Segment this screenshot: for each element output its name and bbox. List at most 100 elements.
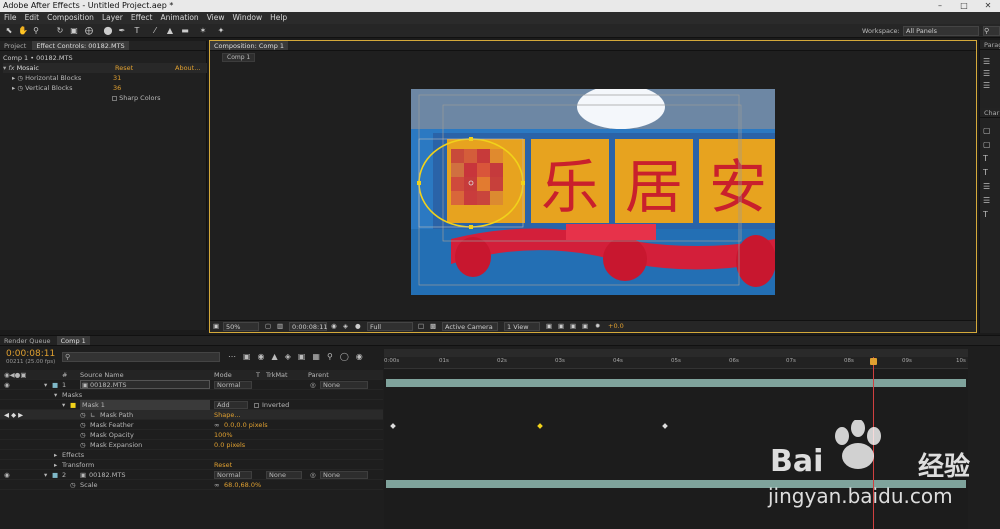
paragraph-align-icons[interactable]: ☰ ☰ ☰ — [983, 56, 990, 92]
tab-composition[interactable]: Composition: Comp 1 — [210, 41, 289, 50]
effects-group-row[interactable]: ▸ Effects — [0, 450, 383, 460]
current-time-display[interactable]: 0:00:08:11 — [289, 322, 328, 331]
time-ruler[interactable]: 0:00s 01s 02s 03s 04s 05s 06s 07s 08s 09… — [384, 357, 968, 369]
inverted-checkbox[interactable] — [254, 403, 259, 408]
mask-vertex-right[interactable] — [521, 181, 525, 185]
expand-arrow-icon[interactable]: ▾ — [54, 390, 57, 400]
transform-group-row[interactable]: ▸ Transform Reset — [0, 460, 383, 470]
label-color-icon[interactable]: ■ — [52, 470, 58, 480]
work-area-bar[interactable] — [384, 349, 968, 357]
stopwatch-icon[interactable]: ◷ — [80, 430, 86, 440]
playhead-handle[interactable] — [870, 358, 877, 365]
parent-pickwhip-icon[interactable]: ◎ — [310, 380, 316, 390]
magnification-select[interactable]: 50% — [223, 322, 259, 331]
exposure-value[interactable]: +0.0 — [608, 322, 624, 331]
menu-composition[interactable]: Composition — [43, 12, 98, 24]
minimize-icon[interactable]: – — [928, 0, 952, 12]
layer-2-trkmat-select[interactable]: None — [266, 471, 302, 479]
menu-window[interactable]: Window — [229, 12, 267, 24]
menu-effect[interactable]: Effect — [127, 12, 157, 24]
close-icon[interactable]: ✕ — [976, 0, 1000, 12]
transparency-grid-icon[interactable]: ▩ — [430, 322, 436, 331]
masks-group-row[interactable]: ▾ Masks — [0, 390, 383, 400]
help-search-icon[interactable]: ⚲ — [983, 26, 1000, 36]
exposure-icon[interactable]: ✹ — [595, 322, 600, 331]
layer-2-parent-select[interactable]: None — [320, 471, 368, 479]
menu-view[interactable]: View — [203, 12, 229, 24]
toggle-pixel-aspect-icon[interactable]: ▣ — [546, 322, 552, 331]
menu-help[interactable]: Help — [266, 12, 291, 24]
timeline-icon[interactable]: ▣ — [570, 322, 576, 331]
mask-expansion-row[interactable]: ◷ Mask Expansion 0.0 pixels — [0, 440, 383, 450]
maximize-icon[interactable]: □ — [952, 0, 976, 12]
mosaic-effect-row[interactable]: ▾ fx Mosaic Reset About... — [3, 63, 207, 73]
scale-value[interactable]: 68.0,68.0% — [224, 480, 261, 490]
layer-2-mode-select[interactable]: Normal — [214, 471, 252, 479]
mask-path-keyframe[interactable] — [390, 423, 396, 429]
menu-edit[interactable]: Edit — [21, 12, 44, 24]
stopwatch-icon[interactable]: ◷ — [17, 74, 25, 82]
brush-tool-icon[interactable]: ⁄ — [150, 26, 160, 36]
about-link[interactable]: About... — [175, 63, 200, 73]
roto-brush-tool-icon[interactable]: ✶ — [198, 26, 208, 36]
flowchart-icon[interactable]: ▣ — [582, 322, 588, 331]
horizontal-blocks-value[interactable]: 31 — [113, 73, 121, 83]
layer-1-mode-select[interactable]: Normal — [214, 381, 252, 389]
link-icon[interactable]: ∞ — [214, 420, 219, 430]
reset-link[interactable]: Reset — [115, 63, 133, 73]
tab-render-queue[interactable]: Render Queue — [0, 336, 55, 345]
stopwatch-icon[interactable]: ◷ — [80, 440, 86, 450]
snapshot-camera-icon[interactable]: ◉ — [331, 322, 337, 331]
comp-breadcrumb[interactable]: Comp 1 — [222, 53, 256, 62]
tab-effect-controls[interactable]: Effect Controls: 00182.MTS — [32, 41, 129, 50]
mask-visibility-icon[interactable]: ▥ — [277, 322, 283, 331]
resolution-select[interactable]: Full — [367, 322, 413, 331]
mask-vertex-bottom[interactable] — [469, 225, 473, 229]
rotate-tool-icon[interactable]: ↻ — [55, 26, 65, 36]
type-tool-icon[interactable]: T — [132, 26, 142, 36]
mask-opacity-row[interactable]: ◷ Mask Opacity 100% — [0, 430, 383, 440]
expand-arrow-icon[interactable]: ▸ — [54, 460, 57, 470]
layer-1-row[interactable]: ◉ ▾ ■ 1 ▣ 00182.MTS Normal ◎ None — [0, 380, 383, 390]
pen-tool-icon[interactable]: ✒ — [117, 26, 127, 36]
safe-margins-icon[interactable]: ▢ — [265, 322, 271, 331]
expand-arrow-icon[interactable]: ▾ — [44, 470, 47, 480]
camera-select[interactable]: Active Camera — [442, 322, 498, 331]
mask-expansion-value[interactable]: 0.0 pixels — [214, 440, 245, 450]
puppet-pin-tool-icon[interactable]: ✦ — [216, 26, 226, 36]
mask-1-name[interactable]: Mask 1 — [80, 400, 210, 410]
tab-comp-1[interactable]: Comp 1 — [56, 336, 90, 345]
mask-path-value[interactable]: Shape... — [214, 410, 241, 420]
tab-project[interactable]: Project — [0, 41, 30, 50]
layer-1-name[interactable]: ▣ 00182.MTS — [80, 380, 210, 389]
stopwatch-icon[interactable]: ◷ — [17, 84, 25, 92]
fast-previews-icon[interactable]: ▣ — [558, 322, 564, 331]
selection-tool-icon[interactable]: ⬉ — [4, 26, 14, 36]
current-timecode[interactable]: 0:00:08:11 — [6, 349, 55, 359]
expand-arrow-icon[interactable]: ▾ — [62, 400, 65, 410]
stopwatch-icon[interactable]: ◷ — [80, 410, 86, 420]
composition-viewer[interactable]: 乐 居 安 — [411, 89, 775, 295]
mask-vertex-left[interactable] — [417, 181, 421, 185]
shape-tool-icon[interactable]: ⬤ — [103, 26, 113, 36]
always-preview-icon[interactable]: ▣ — [213, 322, 219, 331]
mask-path-row[interactable]: ◀ ◆ ▶ ◷ ∟ Mask Path Shape... — [0, 410, 383, 420]
sharp-colors-checkbox[interactable] — [112, 95, 117, 101]
layer-search-input[interactable]: ⚲ — [62, 352, 220, 362]
mask-feather-value[interactable]: 0.0,0.0 pixels — [224, 420, 268, 430]
pan-behind-tool-icon[interactable]: ⨁ — [84, 26, 94, 36]
header-source-name[interactable]: Source Name — [80, 370, 124, 380]
expand-arrow-icon[interactable]: ▾ — [44, 380, 47, 390]
region-of-interest-icon[interactable]: □ — [418, 322, 424, 331]
workspace-select[interactable]: All Panels — [903, 26, 979, 36]
visibility-eye-icon[interactable]: ◉ — [4, 380, 10, 390]
mask-feather-row[interactable]: ◷ Mask Feather ∞ 0.0,0.0 pixels — [0, 420, 383, 430]
clone-stamp-tool-icon[interactable]: ▲ — [165, 26, 175, 36]
mask-1-row[interactable]: ▾ ■ Mask 1 Add Inverted — [0, 400, 383, 410]
mask-mode-select[interactable]: Add — [214, 401, 248, 409]
mask-opacity-value[interactable]: 100% — [214, 430, 233, 440]
paragraph-tab[interactable]: Parag — [980, 40, 1000, 50]
zoom-tool-icon[interactable]: ⚲ — [31, 26, 41, 36]
hand-tool-icon[interactable]: ✋ — [18, 26, 28, 36]
eraser-tool-icon[interactable]: ▬ — [180, 26, 190, 36]
